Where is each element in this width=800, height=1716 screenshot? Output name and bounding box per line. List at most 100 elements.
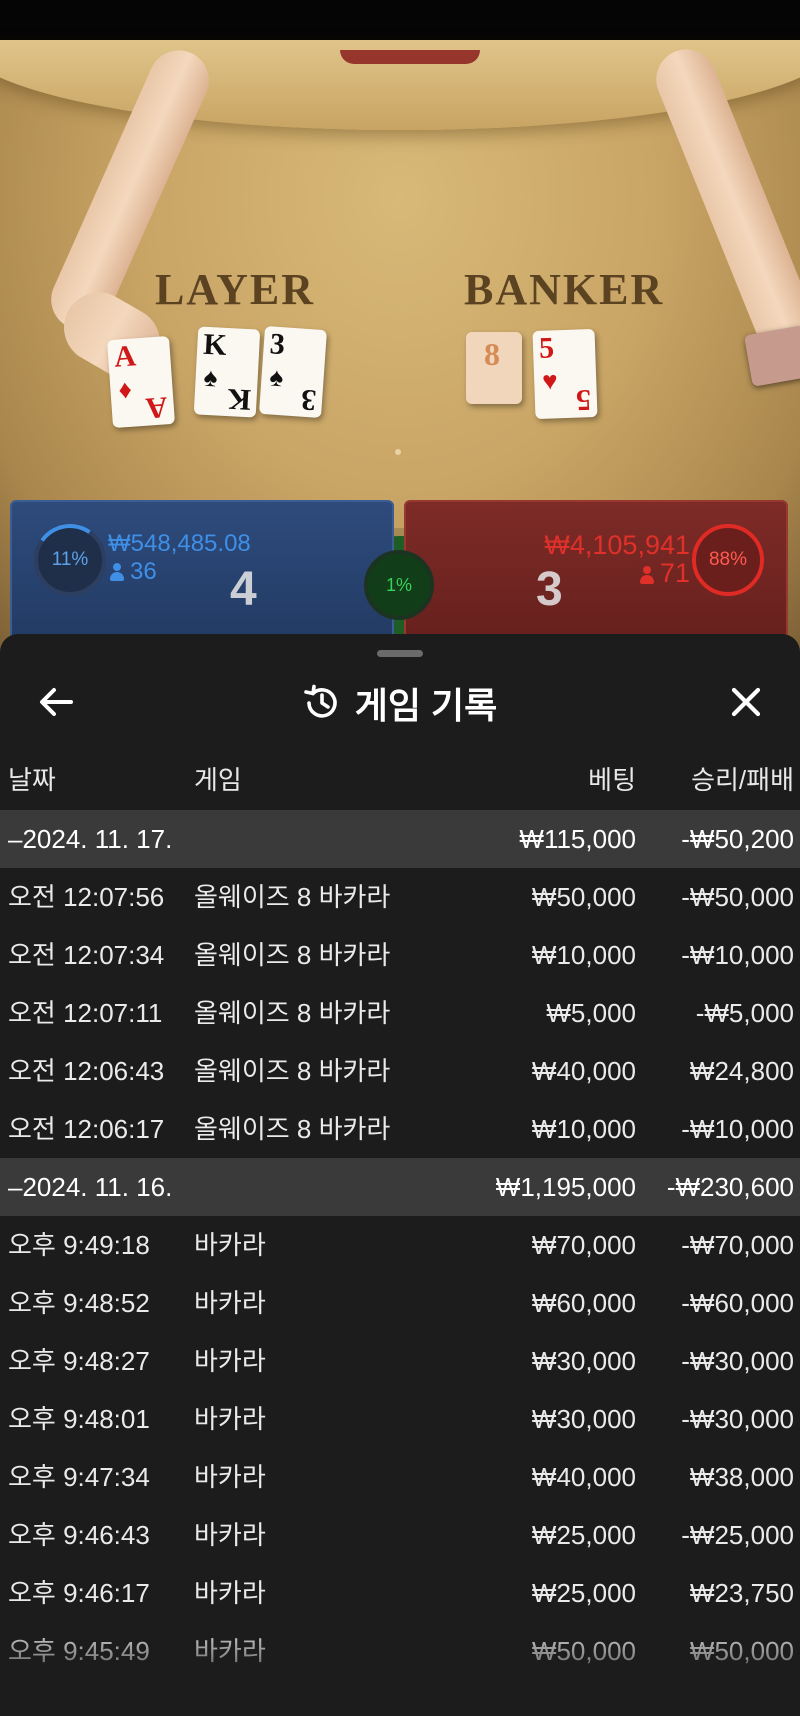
row-bet: ₩5,000 bbox=[546, 998, 636, 1028]
row-result: -₩5,000 bbox=[695, 998, 794, 1028]
row-bet: ₩70,000 bbox=[531, 1230, 636, 1260]
row-result: -₩25,000 bbox=[681, 1520, 794, 1550]
player-total-bet: ₩548,485.08 bbox=[108, 530, 251, 557]
history-row[interactable]: 오전 12:07:34 올웨이즈 8 바카라 ₩10,000 -₩10,000 bbox=[0, 926, 800, 984]
row-bet: ₩30,000 bbox=[531, 1404, 636, 1434]
close-button[interactable] bbox=[724, 680, 768, 724]
history-row[interactable]: 오전 12:06:43 올웨이즈 8 바카라 ₩40,000 ₩24,800 bbox=[0, 1042, 800, 1100]
row-bet: ₩50,000 bbox=[531, 882, 636, 912]
row-game: 올웨이즈 8 바카라 bbox=[194, 882, 391, 912]
row-time: 오후 9:48:27 bbox=[8, 1346, 150, 1376]
video-dot bbox=[395, 449, 401, 455]
row-game: 바카라 bbox=[194, 1404, 266, 1434]
banker-area-label: BANKER bbox=[464, 265, 665, 314]
group-date: –2024. 11. 16. bbox=[8, 1172, 173, 1202]
history-row[interactable]: 오후 9:49:18 바카라 ₩70,000 -₩70,000 bbox=[0, 1216, 800, 1274]
player-percent-ring: 11% bbox=[34, 524, 106, 596]
banker-total-bet: ₩4,105,941 bbox=[544, 530, 690, 560]
history-row[interactable]: 오전 12:07:11 올웨이즈 8 바카라 ₩5,000 -₩5,000 bbox=[0, 984, 800, 1042]
sheet-title: 게임 기록 bbox=[354, 685, 498, 726]
row-result: ₩23,750 bbox=[689, 1578, 794, 1608]
row-game: 바카라 bbox=[194, 1636, 266, 1666]
history-row[interactable]: 오후 9:46:43 바카라 ₩25,000 -₩25,000 bbox=[0, 1506, 800, 1564]
sheet-title-group: 게임 기록 bbox=[0, 668, 800, 738]
banker-bet-area[interactable]: 3 ₩4,105,941 71 88% bbox=[404, 500, 788, 650]
table-header: 날짜 게임 베팅 승리/패배 bbox=[0, 760, 800, 806]
history-row[interactable]: 오후 9:45:49 바카라 ₩50,000 ₩50,000 bbox=[0, 1622, 800, 1680]
history-row[interactable]: 오후 9:48:52 바카라 ₩60,000 -₩60,000 bbox=[0, 1274, 800, 1332]
player-score: 4 bbox=[230, 563, 257, 616]
row-game: 올웨이즈 8 바카라 bbox=[194, 940, 391, 970]
card-shoe bbox=[743, 325, 800, 387]
banker-percent: 88% bbox=[708, 549, 748, 570]
history-row[interactable]: 오후 9:48:01 바카라 ₩30,000 -₩30,000 bbox=[0, 1390, 800, 1448]
history-row[interactable]: 오전 12:06:17 올웨이즈 8 바카라 ₩10,000 -₩10,000 bbox=[0, 1100, 800, 1158]
row-game: 올웨이즈 8 바카라 bbox=[194, 1056, 391, 1086]
sheet-header: 게임 기록 bbox=[0, 668, 800, 738]
history-list[interactable]: –2024. 11. 17. ₩115,000 -₩50,200 오전 12:0… bbox=[0, 810, 800, 1680]
row-bet: ₩60,000 bbox=[531, 1288, 636, 1318]
close-icon bbox=[731, 687, 761, 717]
column-game: 게임 bbox=[194, 765, 242, 795]
row-bet: ₩30,000 bbox=[531, 1346, 636, 1376]
column-result: 승리/패배 bbox=[691, 765, 794, 795]
dealer-dress bbox=[340, 50, 480, 64]
sheet-drag-handle[interactable] bbox=[377, 650, 423, 657]
row-time: 오전 12:06:17 bbox=[8, 1114, 165, 1144]
person-icon bbox=[639, 566, 654, 584]
row-bet: ₩10,000 bbox=[531, 940, 636, 970]
column-date: 날짜 bbox=[8, 765, 56, 795]
row-result: -₩30,000 bbox=[681, 1346, 794, 1376]
row-result: -₩50,000 bbox=[681, 882, 794, 912]
player-percent: 11% bbox=[51, 549, 89, 570]
row-time: 오전 12:07:11 bbox=[8, 998, 163, 1028]
row-result: -₩10,000 bbox=[681, 1114, 794, 1144]
date-group-row[interactable]: –2024. 11. 16. ₩1,195,000 -₩230,600 bbox=[0, 1158, 800, 1216]
player-area-label: LAYER bbox=[155, 265, 315, 314]
banker-bettor-count: 71 bbox=[639, 558, 690, 589]
history-row[interactable]: 오후 9:47:34 바카라 ₩40,000 ₩38,000 bbox=[0, 1448, 800, 1506]
row-game: 바카라 bbox=[194, 1288, 266, 1318]
player-card-3: 3 ♠ 3 bbox=[259, 325, 327, 419]
arrow-left-icon bbox=[40, 688, 73, 716]
row-bet: ₩40,000 bbox=[531, 1462, 636, 1492]
date-group-row[interactable]: –2024. 11. 17. ₩115,000 -₩50,200 bbox=[0, 810, 800, 868]
row-bet: ₩40,000 bbox=[531, 1056, 636, 1086]
row-time: 오전 12:07:56 bbox=[8, 882, 165, 912]
row-game: 올웨이즈 8 바카라 bbox=[194, 998, 391, 1028]
row-time: 오전 12:07:34 bbox=[8, 940, 165, 970]
player-card-1: A ♦ A bbox=[107, 335, 175, 429]
group-bet-total: ₩1,195,000 bbox=[495, 1172, 636, 1202]
group-date: –2024. 11. 17. bbox=[8, 824, 173, 854]
history-row[interactable]: 오전 12:07:56 올웨이즈 8 바카라 ₩50,000 -₩50,000 bbox=[0, 868, 800, 926]
banker-percent-ring: 88% bbox=[692, 524, 764, 596]
history-row[interactable]: 오후 9:48:27 바카라 ₩30,000 -₩30,000 bbox=[0, 1332, 800, 1390]
group-result-total: -₩230,600 bbox=[666, 1172, 794, 1202]
row-time: 오후 9:47:34 bbox=[8, 1462, 150, 1492]
row-result: ₩38,000 bbox=[689, 1462, 794, 1492]
row-result: -₩30,000 bbox=[681, 1404, 794, 1434]
row-game: 올웨이즈 8 바카라 bbox=[194, 1114, 391, 1144]
row-bet: ₩50,000 bbox=[531, 1636, 636, 1666]
history-row[interactable]: 오후 9:46:17 바카라 ₩25,000 ₩23,750 bbox=[0, 1564, 800, 1622]
row-time: 오후 9:49:18 bbox=[8, 1230, 150, 1260]
row-time: 오후 9:46:17 bbox=[8, 1578, 150, 1608]
row-result: -₩10,000 bbox=[681, 940, 794, 970]
row-game: 바카라 bbox=[194, 1520, 266, 1550]
back-button[interactable] bbox=[36, 682, 76, 722]
row-time: 오후 9:45:49 bbox=[8, 1636, 150, 1666]
group-bet-total: ₩115,000 bbox=[519, 824, 636, 854]
row-result: ₩24,800 bbox=[689, 1056, 794, 1086]
row-result: -₩60,000 bbox=[681, 1288, 794, 1318]
player-bettor-count: 36 bbox=[110, 558, 157, 586]
tie-percent: 1% bbox=[385, 574, 412, 595]
player-bet-area[interactable]: 11% ₩548,485.08 36 4 bbox=[10, 500, 394, 650]
column-bet: 베팅 bbox=[588, 765, 636, 795]
banker-card-2: 5 ♥ 5 bbox=[532, 328, 598, 420]
banker-score: 3 bbox=[536, 563, 563, 616]
row-bet: ₩25,000 bbox=[531, 1520, 636, 1550]
row-result: ₩50,000 bbox=[689, 1636, 794, 1666]
row-time: 오후 9:48:52 bbox=[8, 1288, 150, 1318]
row-game: 바카라 bbox=[194, 1462, 266, 1492]
tie-percent-ring: 1% bbox=[364, 550, 434, 620]
